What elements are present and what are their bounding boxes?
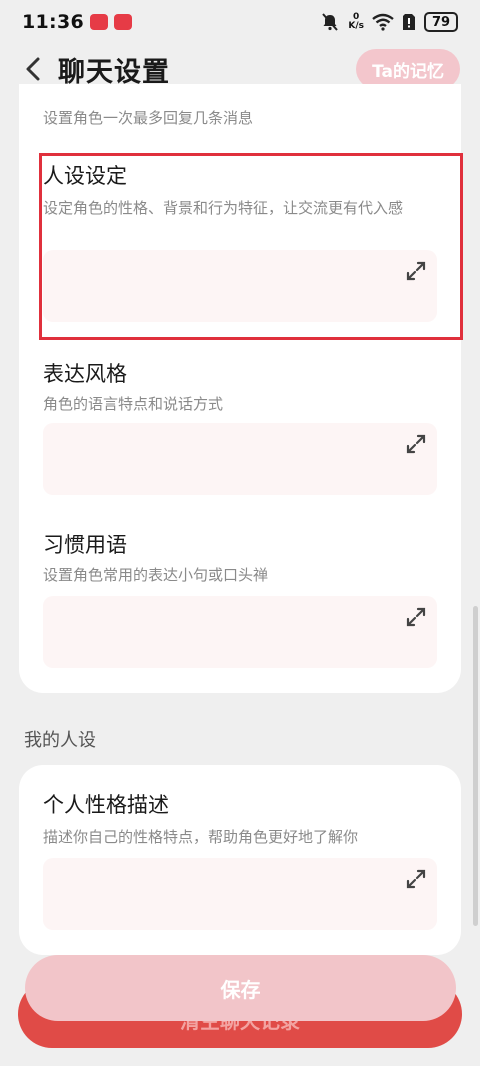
sim-alert-icon — [403, 14, 415, 30]
net-speed: 0 K/s — [348, 12, 364, 31]
status-icons: 0 K/s 79 — [320, 12, 458, 32]
phrases-title: 习惯用语 — [43, 533, 127, 557]
personality-input[interactable] — [43, 858, 437, 930]
style-input[interactable] — [43, 423, 437, 495]
phrases-desc: 设置角色常用的表达小句或口头禅 — [43, 566, 269, 584]
personality-desc: 描述你自己的性格特点，帮助角色更好地了解你 — [43, 828, 359, 846]
style-title: 表达风格 — [43, 362, 127, 386]
chevron-left-icon — [26, 57, 40, 81]
style-desc: 角色的语言特点和说话方式 — [43, 395, 224, 413]
back-button[interactable] — [18, 54, 48, 84]
phrases-input[interactable] — [43, 596, 437, 668]
expand-icon[interactable] — [405, 433, 427, 455]
app-notification-icon — [89, 14, 108, 30]
expand-icon[interactable] — [405, 606, 427, 628]
persona-input[interactable] — [43, 250, 437, 322]
battery-indicator: 79 — [424, 12, 458, 32]
expand-icon[interactable] — [405, 868, 427, 890]
status-time: 11:36 — [22, 11, 84, 33]
save-button[interactable]: 保存 — [25, 955, 456, 1021]
my-persona-card: 个人性格描述 描述你自己的性格特点，帮助角色更好地了解你 — [19, 765, 461, 955]
my-persona-section-label: 我的人设 — [24, 730, 96, 751]
character-settings-card: 设置角色一次最多回复几条消息 人设设定 设定角色的性格、背景和行为特征，让交流更… — [19, 84, 461, 693]
app-notification-icon — [113, 14, 132, 30]
status-bar: 11:36 0 K/s 79 — [0, 0, 480, 44]
expand-icon[interactable] — [405, 260, 427, 282]
persona-title: 人设设定 — [43, 164, 127, 188]
wifi-icon — [372, 13, 394, 31]
personality-title: 个人性格描述 — [43, 793, 169, 817]
mute-bell-icon — [322, 13, 339, 31]
scrollbar[interactable] — [473, 606, 478, 926]
page-title: 聊天设置 — [58, 56, 170, 88]
ta-memory-button[interactable]: Ta的记忆 — [356, 49, 460, 89]
reply-limit-desc: 设置角色一次最多回复几条消息 — [43, 109, 254, 127]
persona-desc: 设定角色的性格、背景和行为特征，让交流更有代入感 — [43, 199, 404, 217]
